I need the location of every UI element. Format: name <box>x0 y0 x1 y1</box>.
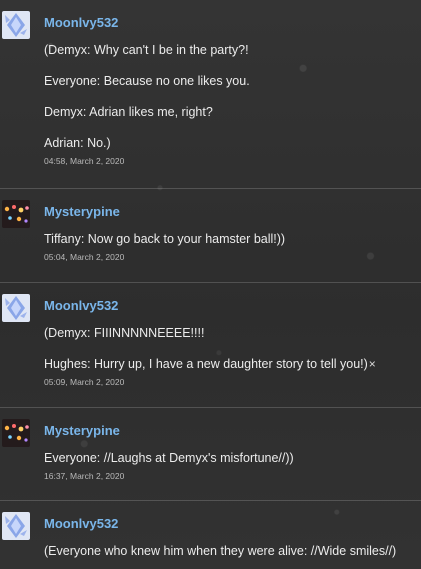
username-link[interactable]: Moonlvy532 <box>44 517 409 531</box>
username-link[interactable]: Mysterypine <box>44 205 409 219</box>
comment-text-line: (Demyx: Why can't I be in the party?! <box>44 43 249 57</box>
blue-crystal-avatar-icon[interactable] <box>2 512 30 540</box>
comment: Moonlvy532 (Demyx: FIIINNNNNEEEE!!!! Hug… <box>0 283 421 408</box>
comment: Moonlvy532 (Everyone who knew him when t… <box>0 501 421 569</box>
comment: Mysterypine Everyone: //Laughs at Demyx'… <box>0 408 421 501</box>
comment-text-line: Everyone: //Laughs at Demyx's misfortune… <box>44 451 294 465</box>
comment-timestamp: 05:09, March 2, 2020 <box>44 377 125 387</box>
comment-text-line: (Everyone who knew him when they were al… <box>44 544 397 558</box>
blue-crystal-avatar-icon[interactable] <box>2 294 30 322</box>
night-lights-avatar-icon[interactable] <box>2 419 30 447</box>
comment: Moonlvy532 (Demyx: Why can't I be in the… <box>0 0 421 189</box>
comment-text-line: Tiffany: Now go back to your hamster bal… <box>44 232 286 246</box>
comment-timestamp: 04:58, March 2, 2020 <box>44 156 125 166</box>
username-link[interactable]: Moonlvy532 <box>44 299 409 313</box>
comment-feed: Moonlvy532 (Demyx: Why can't I be in the… <box>0 0 421 569</box>
comment-timestamp: 05:04, March 2, 2020 <box>44 252 125 262</box>
comment-text-line: Everyone: Because no one likes you. <box>44 74 250 88</box>
blue-crystal-avatar-icon[interactable] <box>2 11 30 39</box>
username-link[interactable]: Moonlvy532 <box>44 16 409 30</box>
comment: Mysterypine Tiffany: Now go back to your… <box>0 189 421 283</box>
comment-text-line: Adrian: No.) <box>44 136 111 150</box>
close-icon[interactable]: × <box>369 357 376 371</box>
comment-text: Hughes: Hurry up, I have a new daughter … <box>44 357 368 371</box>
comment-text-line: Hughes: Hurry up, I have a new daughter … <box>44 356 409 372</box>
night-lights-avatar-icon[interactable] <box>2 200 30 228</box>
comment-timestamp: 16:37, March 2, 2020 <box>44 471 125 481</box>
comment-text-line: Demyx: Adrian likes me, right? <box>44 105 213 119</box>
username-link[interactable]: Mysterypine <box>44 424 409 438</box>
comment-text-line: (Demyx: FIIINNNNNEEEE!!!! <box>44 326 205 340</box>
